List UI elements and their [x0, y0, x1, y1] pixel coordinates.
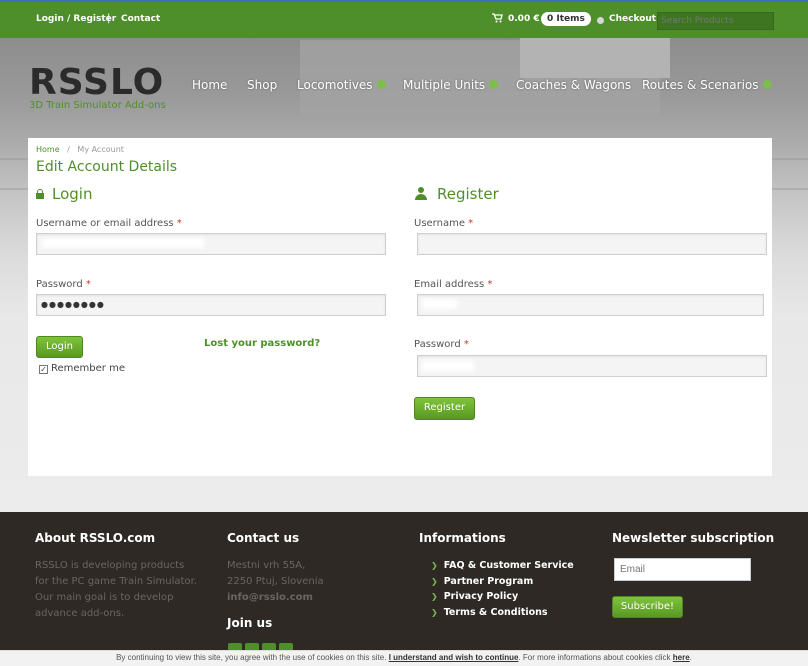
site-tagline: 3D Train Simulator Add-ons — [29, 100, 166, 111]
social-icon[interactable] — [245, 643, 259, 650]
cookie-bar: By continuing to view this site, you agr… — [0, 650, 808, 666]
lock-icon — [36, 189, 44, 199]
login-button[interactable]: Login — [36, 336, 83, 358]
nav-label: Locomotives — [297, 78, 373, 92]
breadcrumb: Home / My Account — [36, 145, 124, 154]
cart-icon[interactable] — [492, 13, 503, 26]
footer-info-title: Informations — [419, 531, 506, 545]
remember-checkbox[interactable]: ✓ — [39, 365, 48, 374]
nav-multiple-units[interactable]: Multiple Units — [403, 78, 499, 92]
footer-contact-title: Contact us — [227, 531, 300, 545]
register-title: Register — [437, 185, 499, 203]
nav-label: Multiple Units — [403, 78, 486, 92]
cookie-here-link[interactable]: here — [673, 653, 690, 662]
nav-routes-scenarios[interactable]: Routes & Scenarios — [642, 78, 772, 92]
breadcrumb-current: My Account — [77, 145, 124, 154]
login-register-link[interactable]: Login / Register — [36, 14, 116, 24]
redacted-value — [422, 361, 474, 371]
checkout-icon — [597, 17, 604, 24]
social-icon[interactable] — [228, 643, 242, 650]
cookie-accept-link[interactable]: I understand and wish to continue — [389, 653, 519, 662]
lost-password-link[interactable]: Lost your password? — [204, 338, 320, 349]
register-button[interactable]: Register — [414, 397, 475, 420]
subscribe-button[interactable]: Subscribe! — [612, 596, 683, 618]
chevron-right-icon: ❯ — [431, 577, 438, 586]
login-password-field[interactable]: ●●●●●●●● — [36, 294, 386, 316]
breadcrumb-home[interactable]: Home — [36, 145, 60, 154]
redacted-value — [42, 238, 204, 248]
page-title: Edit Account Details — [36, 159, 178, 175]
nav-home[interactable]: Home — [192, 78, 227, 92]
remember-me[interactable]: ✓ Remember me — [39, 363, 125, 374]
register-email-label: Email address * — [414, 279, 493, 290]
redacted-value — [422, 299, 457, 309]
register-username-field[interactable] — [417, 233, 767, 255]
chevron-right-icon: ❯ — [431, 592, 438, 601]
site-logo[interactable]: RSSLO — [29, 62, 164, 103]
checkout-link[interactable]: Checkout — [609, 14, 656, 24]
cart-items-badge[interactable]: 0 Items — [541, 12, 591, 26]
nav-label: Shop — [247, 78, 278, 92]
dropdown-icon — [489, 80, 499, 89]
nav-label: Coaches & Wagons — [516, 78, 632, 92]
chevron-right-icon: ❯ — [431, 561, 438, 570]
footer-newsletter-title: Newsletter subscription — [612, 531, 775, 545]
footer-about-text: RSSLO is developing products for the PC … — [35, 560, 197, 619]
login-title: Login — [52, 185, 93, 203]
remember-label: Remember me — [51, 363, 125, 374]
dropdown-icon — [762, 80, 772, 89]
cart-amount[interactable]: 0.00 € — [508, 14, 540, 24]
newsletter-email-input[interactable] — [614, 558, 751, 581]
register-username-label: Username * — [414, 218, 474, 229]
register-email-field[interactable] — [417, 294, 764, 316]
breadcrumb-separator: / — [67, 145, 70, 154]
topbar-separator: | — [107, 13, 111, 24]
register-password-label: Password * — [414, 339, 469, 350]
partner-program-link[interactable]: ❯ Partner Program — [431, 576, 533, 587]
background-building — [520, 38, 670, 78]
login-password-label: Password * — [36, 279, 91, 290]
privacy-policy-link[interactable]: ❯ Privacy Policy — [431, 591, 518, 602]
social-icon[interactable] — [279, 643, 293, 650]
terms-link[interactable]: ❯ Terms & Conditions — [431, 607, 548, 618]
dropdown-icon — [376, 80, 386, 89]
nav-coaches-wagons[interactable]: Coaches & Wagons — [516, 78, 631, 92]
nav-label: Home — [192, 78, 228, 92]
search-input[interactable] — [657, 12, 774, 30]
footer-about-title: About RSSLO.com — [35, 531, 156, 545]
nav-label: Routes & Scenarios — [642, 78, 759, 92]
footer-email-link[interactable]: info@rsslo.com — [227, 590, 324, 606]
nav-locomotives[interactable]: Locomotives — [297, 78, 386, 92]
login-username-label: Username or email address * — [36, 218, 182, 229]
footer-contact-text: Mestni vrh 55A, 2250 Ptuj, Slovenia info… — [227, 558, 324, 606]
nav-shop[interactable]: Shop — [247, 78, 277, 92]
chevron-right-icon: ❯ — [431, 608, 438, 617]
footer-join-title: Join us — [227, 616, 273, 630]
contact-link[interactable]: Contact — [121, 14, 160, 24]
top-bar: Login / Register | Contact 0.00 € 0 Item… — [0, 0, 808, 38]
faq-link[interactable]: ❯ FAQ & Customer Service — [431, 560, 574, 571]
user-icon — [414, 187, 428, 201]
social-icon[interactable] — [262, 643, 276, 650]
